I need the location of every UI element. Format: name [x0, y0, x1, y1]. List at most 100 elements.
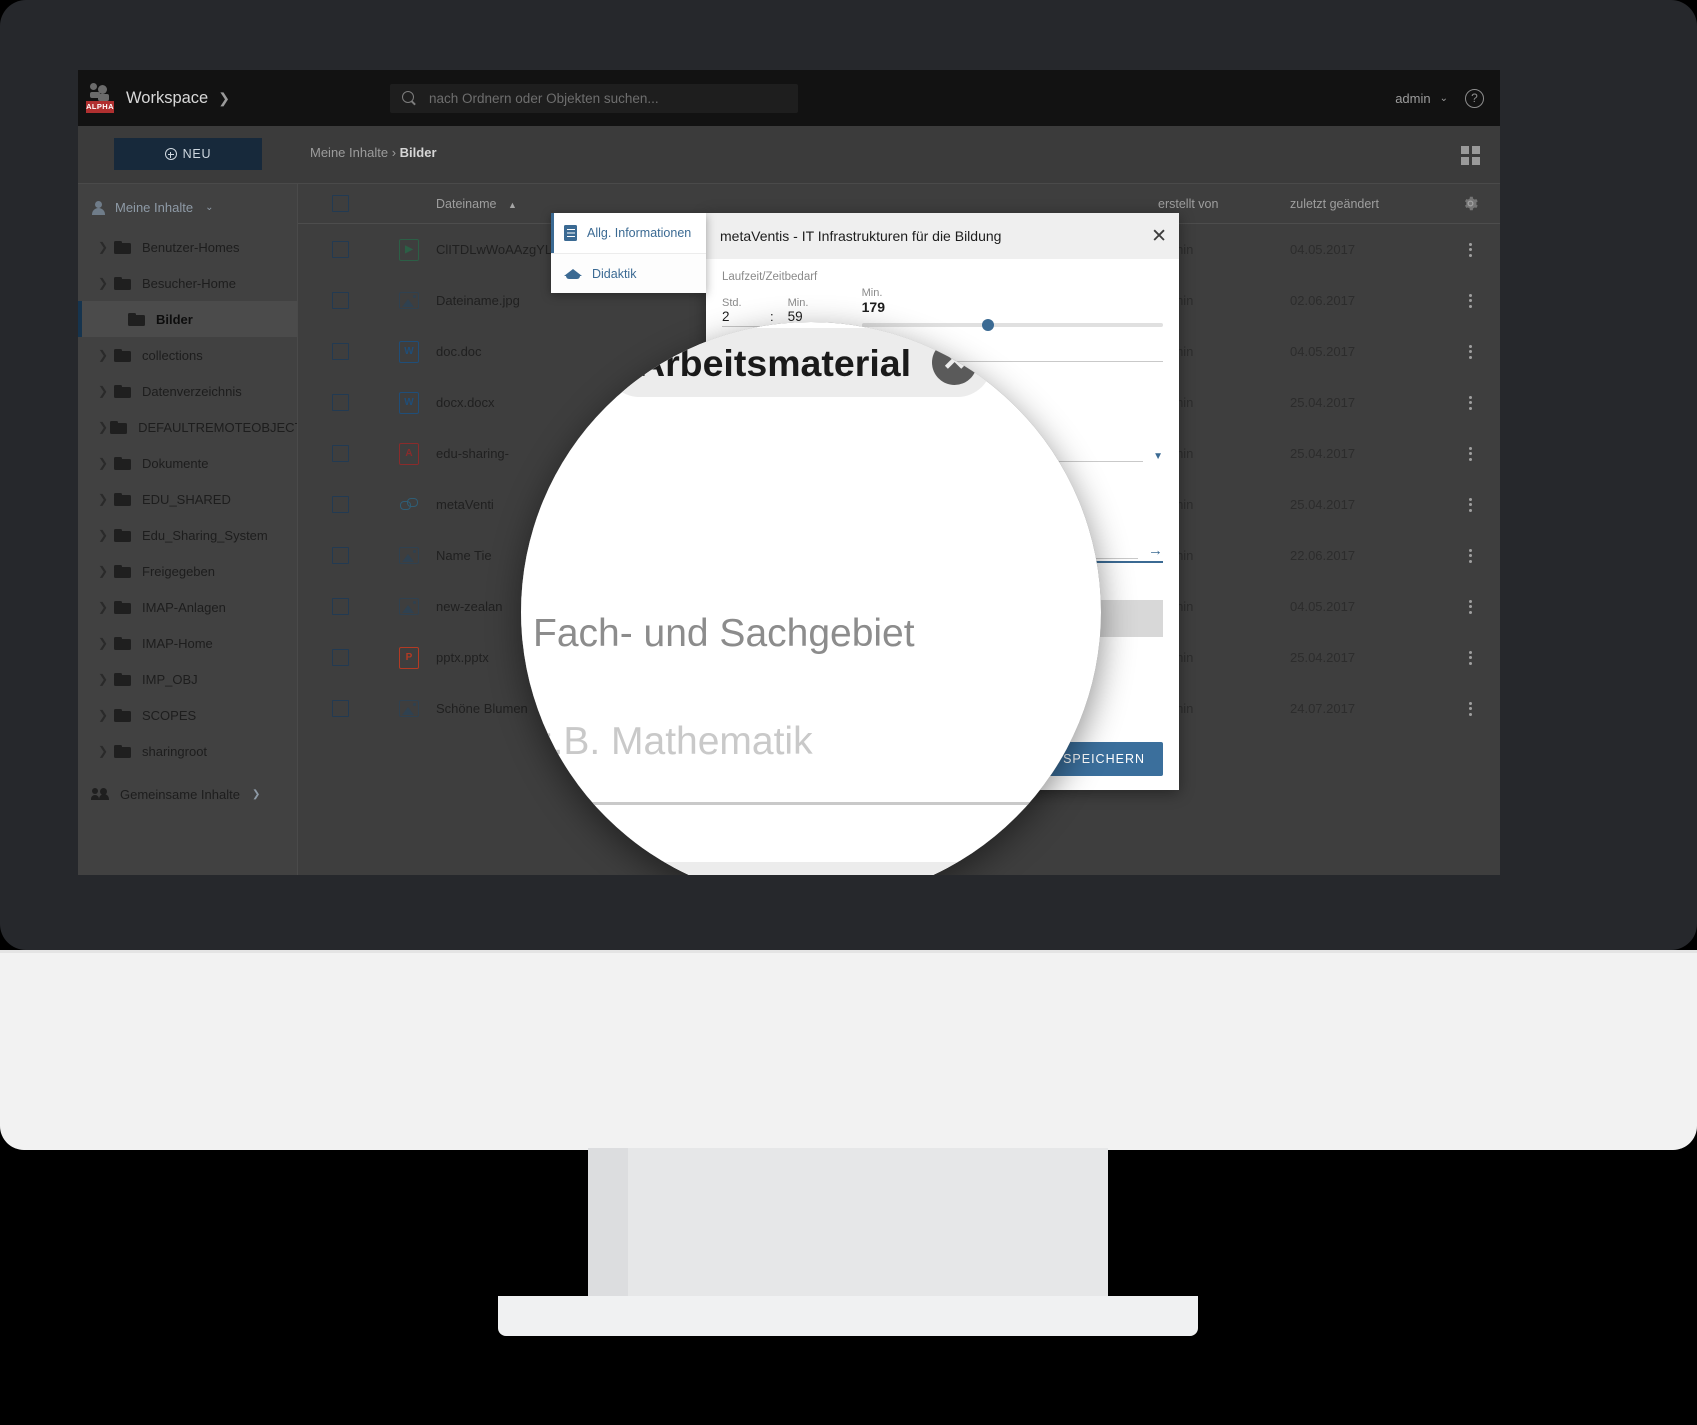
- row-menu-button[interactable]: [1440, 342, 1500, 361]
- slider-value: 179: [861, 299, 885, 315]
- select-all-checkbox[interactable]: [331, 195, 349, 212]
- top-bar: ALPHA Workspace ❯ nach Ordnern oder Obje…: [78, 70, 1500, 126]
- sidebar-item-scopes[interactable]: ❯ SCOPES: [78, 697, 297, 733]
- sidebar-item-dokumente[interactable]: ❯ Dokumente: [78, 445, 297, 481]
- pdf-file-icon: A: [399, 442, 419, 465]
- row-select-cell[interactable]: [298, 496, 382, 513]
- sidebar-item-gemeinsame-inhalte[interactable]: Gemeinsame Inhalte ❯: [78, 769, 297, 802]
- image-file-icon: [399, 545, 419, 567]
- row-checkbox[interactable]: [331, 241, 349, 258]
- help-icon[interactable]: ?: [1465, 88, 1484, 108]
- row-menu-button[interactable]: [1440, 444, 1500, 463]
- row-menu-button[interactable]: [1440, 648, 1500, 667]
- new-button[interactable]: NEU: [114, 138, 262, 170]
- column-header-name[interactable]: Dateiname ▲: [436, 197, 1158, 211]
- close-icon[interactable]: ✕: [1151, 227, 1167, 246]
- row-menu-button[interactable]: [1440, 546, 1500, 565]
- minutes-label: Min.: [787, 297, 809, 309]
- sidebar-item-imap-home[interactable]: ❯ IMAP-Home: [78, 625, 297, 661]
- select-all-cell[interactable]: [298, 195, 382, 212]
- app-logo-icon[interactable]: ALPHA: [86, 83, 114, 113]
- chevron-right-icon[interactable]: ❯: [98, 564, 112, 578]
- chevron-right-icon[interactable]: ❯: [98, 600, 112, 614]
- chevron-down-icon[interactable]: ▼: [1153, 451, 1163, 462]
- sidebar-item-besucher-home[interactable]: ❯ Besucher-Home: [78, 265, 297, 301]
- row-select-cell[interactable]: [298, 394, 382, 411]
- chevron-right-icon[interactable]: ❯: [98, 744, 112, 758]
- chevron-right-icon[interactable]: ❯: [98, 492, 112, 506]
- sidebar-item-benutzer-homes[interactable]: ❯ Benutzer-Homes: [78, 229, 297, 265]
- row-checkbox[interactable]: [331, 649, 349, 666]
- chevron-right-icon[interactable]: ❯: [98, 384, 112, 398]
- row-menu-button[interactable]: [1440, 495, 1500, 514]
- sidebar-item-edu-shared[interactable]: ❯ EDU_SHARED: [78, 481, 297, 517]
- chevron-right-icon[interactable]: ❯: [98, 528, 112, 542]
- row-select-cell[interactable]: [298, 292, 382, 309]
- row-checkbox[interactable]: [331, 343, 349, 360]
- tab-didaktik[interactable]: Didaktik: [551, 253, 706, 293]
- chevron-right-icon[interactable]: ❯: [98, 708, 112, 722]
- sort-ascending-icon: ▲: [507, 199, 517, 210]
- chevron-right-icon[interactable]: ❯: [98, 420, 108, 434]
- sidebar-item-imp-obj[interactable]: ❯ IMP_OBJ: [78, 661, 297, 697]
- row-select-cell[interactable]: [298, 547, 382, 564]
- sidebar-item-bilder[interactable]: Bilder: [78, 301, 297, 337]
- sidebar-item-imap-anlagen[interactable]: ❯ IMAP-Anlagen: [78, 589, 297, 625]
- row-menu-button[interactable]: [1440, 393, 1500, 412]
- row-select-cell[interactable]: [298, 241, 382, 258]
- chevron-right-icon[interactable]: ❯: [98, 348, 112, 362]
- row-select-cell[interactable]: [298, 343, 382, 360]
- sidebar-item-datenverzeichnis[interactable]: ❯ Datenverzeichnis: [78, 373, 297, 409]
- sidebar-header[interactable]: Meine Inhalte ⌄: [78, 184, 297, 229]
- search-input[interactable]: nach Ordnern oder Objekten suchen...: [429, 91, 659, 106]
- search-box[interactable]: nach Ordnern oder Objekten suchen...: [390, 84, 798, 113]
- sidebar-item-edu-sharing-system[interactable]: ❯ Edu_Sharing_System: [78, 517, 297, 553]
- breadcrumb-root[interactable]: Meine Inhalte: [310, 145, 388, 160]
- sidebar-item-label: Dokumente: [142, 455, 209, 471]
- sidebar-item-label: Edu_Sharing_System: [142, 527, 268, 543]
- breadcrumb-separator: ›: [391, 145, 397, 160]
- sidebar-item-freigegeben[interactable]: ❯ Freigegeben: [78, 553, 297, 589]
- row-checkbox[interactable]: [331, 496, 349, 513]
- chevron-right-icon[interactable]: ❯: [98, 276, 112, 290]
- row-select-cell[interactable]: [298, 445, 382, 462]
- row-checkbox[interactable]: [331, 445, 349, 462]
- chevron-right-icon[interactable]: ❯: [98, 240, 112, 254]
- row-modified: 25.04.2017: [1290, 446, 1356, 461]
- kebab-menu-icon: [1468, 699, 1472, 718]
- row-checkbox[interactable]: [331, 547, 349, 564]
- magnified-chip-bildende-kunst[interactable]: Bildende Kunst ✕: [605, 862, 995, 875]
- duration-slider[interactable]: Min. 179: [861, 287, 1163, 331]
- row-menu-button[interactable]: [1440, 699, 1500, 718]
- row-checkbox[interactable]: [331, 292, 349, 309]
- row-checkbox[interactable]: [331, 394, 349, 411]
- row-menu-button[interactable]: [1440, 291, 1500, 310]
- row-checkbox[interactable]: [331, 598, 349, 615]
- row-menu-button[interactable]: [1440, 597, 1500, 616]
- row-select-cell[interactable]: [298, 700, 382, 717]
- gear-icon: [1464, 196, 1478, 211]
- row-checkbox[interactable]: [331, 700, 349, 717]
- workspace-title[interactable]: Workspace: [126, 89, 208, 108]
- remove-chip-icon[interactable]: ✕: [934, 874, 980, 875]
- chevron-right-icon[interactable]: ❯: [98, 456, 112, 470]
- row-menu-button[interactable]: [1440, 240, 1500, 259]
- sidebar-item-collections[interactable]: ❯ collections: [78, 337, 297, 373]
- sidebar-item-defaultremoteobjectfolderna[interactable]: ❯ DEFAULTREMOTEOBJECTFOLDERNA: [78, 409, 297, 445]
- workspace-chevron-icon[interactable]: ❯: [218, 90, 230, 107]
- column-header-created-by[interactable]: erstellt von: [1158, 197, 1290, 211]
- chevron-right-icon[interactable]: ❯: [98, 672, 112, 686]
- remove-chip-icon[interactable]: ✕: [932, 340, 978, 385]
- row-select-cell[interactable]: [298, 649, 382, 666]
- settings-cell[interactable]: [1440, 195, 1500, 212]
- magnified-chip-arbeitsmaterial[interactable]: Arbeitsmaterial ✕: [605, 328, 993, 397]
- tab-allgemeine-informationen[interactable]: Allg. Informationen: [551, 213, 706, 253]
- user-menu-label[interactable]: admin: [1395, 91, 1430, 106]
- sidebar-item-sharingroot[interactable]: ❯ sharingroot: [78, 733, 297, 769]
- chevron-down-icon[interactable]: ⌄: [1440, 93, 1448, 104]
- chevron-right-icon[interactable]: ❯: [98, 636, 112, 650]
- grid-view-toggle-icon[interactable]: [1461, 146, 1480, 165]
- arrow-right-icon[interactable]: →: [1148, 542, 1163, 559]
- row-select-cell[interactable]: [298, 598, 382, 615]
- column-header-modified[interactable]: zuletzt geändert: [1290, 197, 1440, 211]
